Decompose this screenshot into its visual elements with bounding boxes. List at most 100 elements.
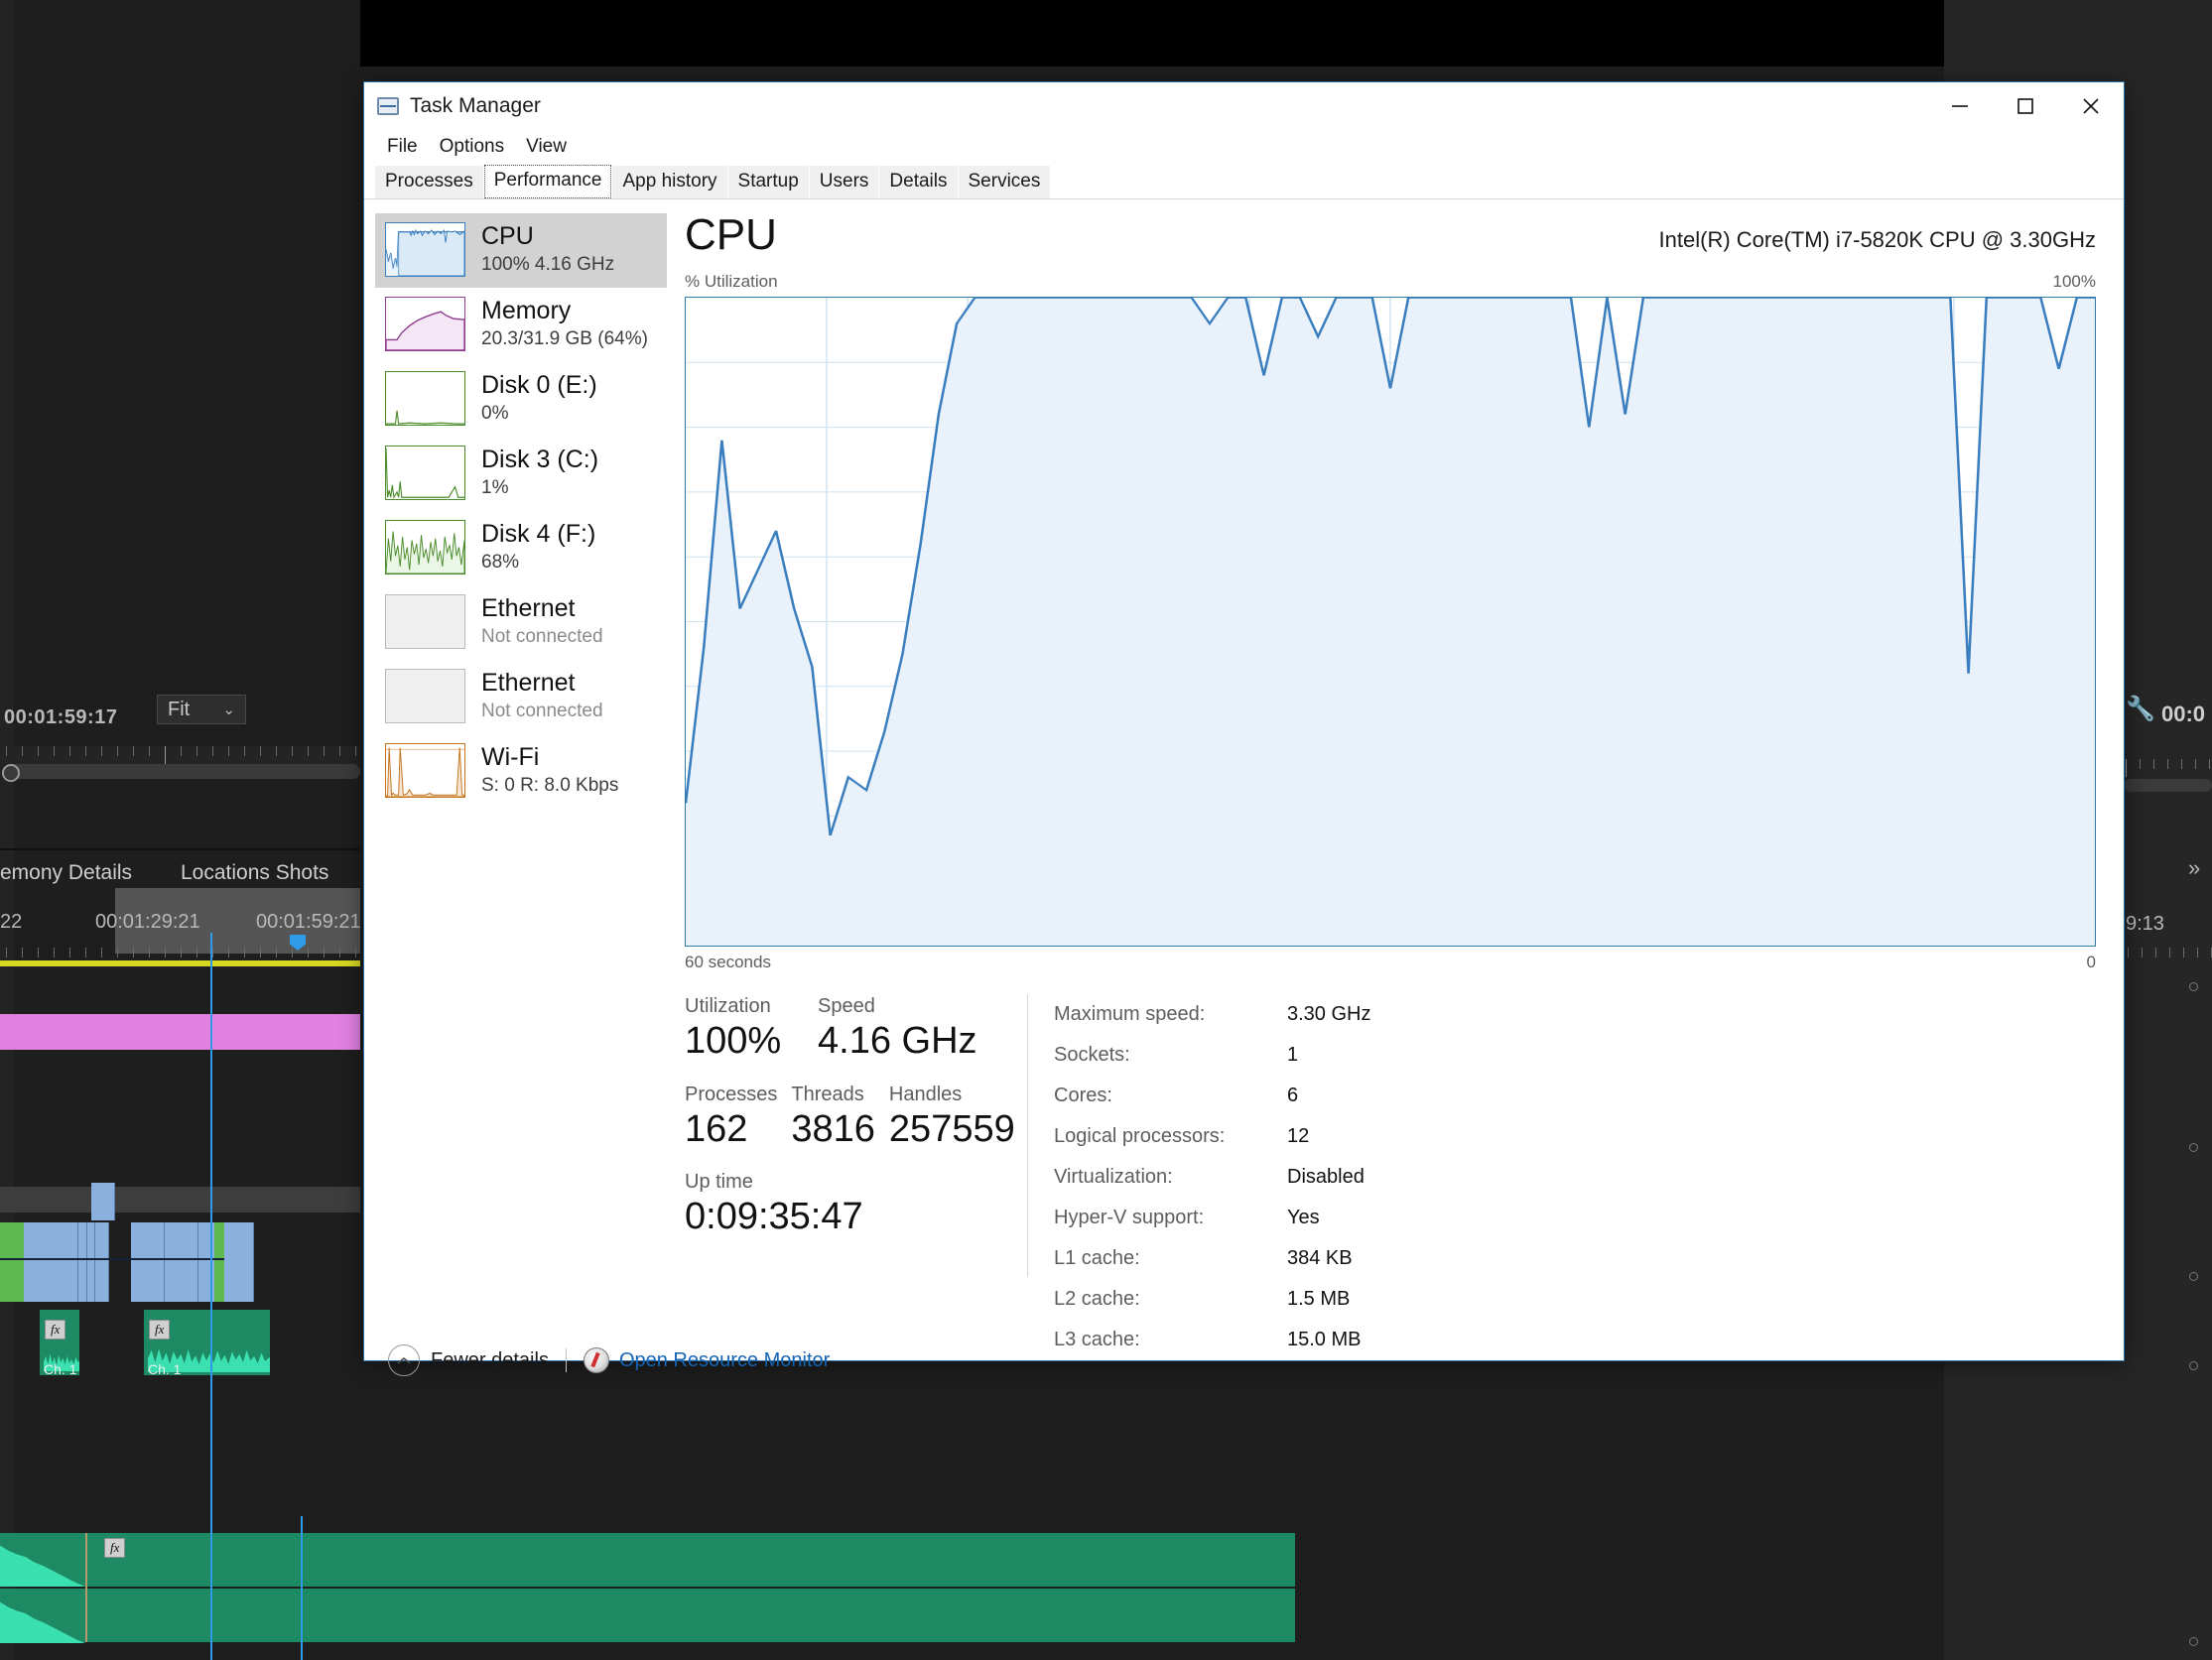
tab-processes[interactable]: Processes (375, 166, 483, 198)
maximize-button[interactable] (1993, 82, 2058, 130)
tab-performance[interactable]: Performance (483, 165, 612, 198)
bg-right-dot-5[interactable] (2189, 1637, 2198, 1646)
info-key: Hyper-V support: (1054, 1207, 1205, 1228)
bg-right-timecode: 00:0 (2161, 702, 2206, 726)
info-key: L3 cache: (1054, 1329, 1140, 1350)
bg-playhead-line-2[interactable] (301, 1516, 303, 1660)
cpu-thumbnail (385, 222, 465, 277)
bg-right-dot-2[interactable] (2189, 1143, 2198, 1152)
bg-tab-ceremony-details[interactable]: emony Details (0, 861, 132, 885)
sidebar-item-disk3[interactable]: Disk 3 (C:) 1% (375, 437, 667, 511)
tab-details[interactable]: Details (879, 166, 958, 198)
stat-value: 3816 (791, 1107, 875, 1150)
info-value: Disabled (1287, 1166, 1365, 1188)
minimize-button[interactable] (1927, 82, 1993, 130)
chevron-up-icon[interactable] (388, 1344, 420, 1376)
stat-handles: Handles 257559 (889, 1083, 1015, 1154)
tab-users[interactable]: Users (809, 166, 879, 198)
resource-monitor-icon[interactable] (583, 1347, 609, 1373)
bg-right-scrollbar[interactable] (2124, 779, 2212, 792)
bg-track-lane-a (0, 1187, 360, 1213)
info-key: Cores: (1054, 1085, 1112, 1106)
bg-timeline-ruler[interactable] (0, 948, 360, 961)
bg-marker-handle[interactable] (2, 764, 20, 782)
sidebar-item-label: Wi-Fi (481, 743, 540, 771)
bg-audio-clip-3[interactable] (0, 1533, 1295, 1587)
bg-right-dot-4[interactable] (2189, 1361, 2198, 1370)
bg-small-blue-clip[interactable] (91, 1183, 115, 1220)
info-row: L3 cache: 15.0 MB (1054, 1320, 2096, 1360)
sidebar-item-ethernet-2[interactable]: Ethernet Not connected (375, 660, 667, 734)
disk0-thumbnail (385, 371, 465, 426)
detail-header: CPU Intel(R) Core(TM) i7-5820K CPU @ 3.3… (685, 213, 2096, 257)
info-value: 6 (1287, 1085, 1299, 1106)
menu-item-view[interactable]: View (515, 133, 578, 161)
bg-green-clip-2[interactable] (214, 1222, 224, 1302)
fewer-details-button[interactable]: Fewer details (431, 1349, 549, 1372)
sidebar-item-memory[interactable]: Memory 20.3/31.9 GB (64%) (375, 288, 667, 362)
bg-right-dot-3[interactable] (2189, 1272, 2198, 1281)
cpu-info-list: Maximum speed: 3.30 GHz Sockets: 1 Cores… (1054, 994, 2096, 1360)
bg-yellow-render-bar (0, 960, 360, 966)
sidebar-item-disk4[interactable]: Disk 4 (F:) 68% (375, 511, 667, 585)
bg-clip-edge (85, 1533, 87, 1642)
menu-bar: File Options View (364, 130, 2124, 163)
info-key: Maximum speed: (1054, 1003, 1206, 1025)
sidebar-item-ethernet-1[interactable]: Ethernet Not connected (375, 585, 667, 660)
info-row: Logical processors: 12 (1054, 1116, 2096, 1157)
bg-playhead-line-1[interactable] (210, 933, 212, 1660)
menu-item-options[interactable]: Options (429, 133, 515, 161)
info-row: Virtualization: Disabled (1054, 1157, 2096, 1198)
sidebar-item-sub: 1% (481, 477, 509, 498)
bg-blue-clip-6[interactable] (165, 1222, 198, 1302)
close-button[interactable] (2058, 82, 2124, 130)
stat-speed: Speed 4.16 GHz (818, 994, 977, 1066)
bg-blue-clip-5[interactable] (131, 1222, 165, 1302)
bg-right-ruler[interactable] (2124, 759, 2212, 777)
info-value: Yes (1287, 1207, 1320, 1228)
bg-green-clip-1[interactable] (0, 1222, 24, 1302)
info-value: 1.5 MB (1287, 1288, 1351, 1310)
tab-services[interactable]: Services (958, 166, 1051, 198)
sidebar-item-sub: 20.3/31.9 GB (64%) (481, 328, 648, 349)
bg-right-ruler-2[interactable] (2124, 948, 2212, 961)
cpu-model-label: Intel(R) Core(TM) i7-5820K CPU @ 3.30GHz (1658, 227, 2096, 252)
info-row: Cores: 6 (1054, 1076, 2096, 1116)
bg-zoom-select[interactable]: Fit ⌄ (157, 695, 246, 724)
bg-monitor-scrollbar[interactable] (4, 764, 360, 779)
bg-pink-clip[interactable] (0, 1014, 360, 1050)
bg-program-monitor (360, 0, 1944, 66)
sidebar-item-wifi[interactable]: Wi-Fi S: 0 R: 8.0 Kbps (375, 734, 667, 809)
tab-startup[interactable]: Startup (727, 166, 809, 198)
chart-y-axis-label: % Utilization (685, 272, 778, 291)
chart-time-left: 60 seconds (685, 953, 771, 971)
sidebar-item-sub: 68% (481, 552, 520, 573)
sidebar-item-cpu[interactable]: CPU 100% 4.16 GHz (375, 213, 667, 288)
wrench-icon[interactable]: 🔧 (2126, 695, 2155, 723)
disk4-thumbnail (385, 520, 465, 575)
bg-divider (0, 848, 360, 850)
bg-mid-panel (14, 0, 360, 1660)
bg-right-dot-1[interactable] (2189, 982, 2198, 991)
bg-blue-clip-2[interactable] (78, 1222, 87, 1302)
bg-blue-clip-4[interactable] (95, 1222, 109, 1302)
bg-blue-clip-8[interactable] (224, 1222, 254, 1302)
sidebar-item-label: Disk 3 (C:) (481, 446, 599, 473)
info-row: Hyper-V support: Yes (1054, 1198, 2096, 1238)
info-key: Logical processors: (1054, 1125, 1226, 1147)
bg-channel-label-2: Ch. 1 (148, 1361, 182, 1377)
bg-blue-clip-3[interactable] (87, 1222, 95, 1302)
menu-item-file[interactable]: File (376, 133, 429, 161)
bg-tab-locations-shots[interactable]: Locations Shots (181, 861, 328, 885)
bg-monitor-ruler[interactable] (0, 746, 360, 764)
stat-label: Up time (685, 1171, 753, 1193)
chart-y-axis-max: 100% (2052, 272, 2096, 291)
cpu-chart-svg (686, 298, 2095, 946)
bg-audio-clip-4[interactable] (0, 1589, 1295, 1642)
sidebar-item-disk0[interactable]: Disk 0 (E:) 0% (375, 362, 667, 437)
bg-blue-clip-1[interactable] (24, 1222, 78, 1302)
cpu-utilization-chart[interactable] (685, 297, 2096, 947)
tab-app-history[interactable]: App history (612, 166, 727, 198)
title-bar[interactable]: Task Manager (364, 82, 2124, 130)
bg-right-collapse-arrow[interactable]: » (2188, 855, 2200, 881)
